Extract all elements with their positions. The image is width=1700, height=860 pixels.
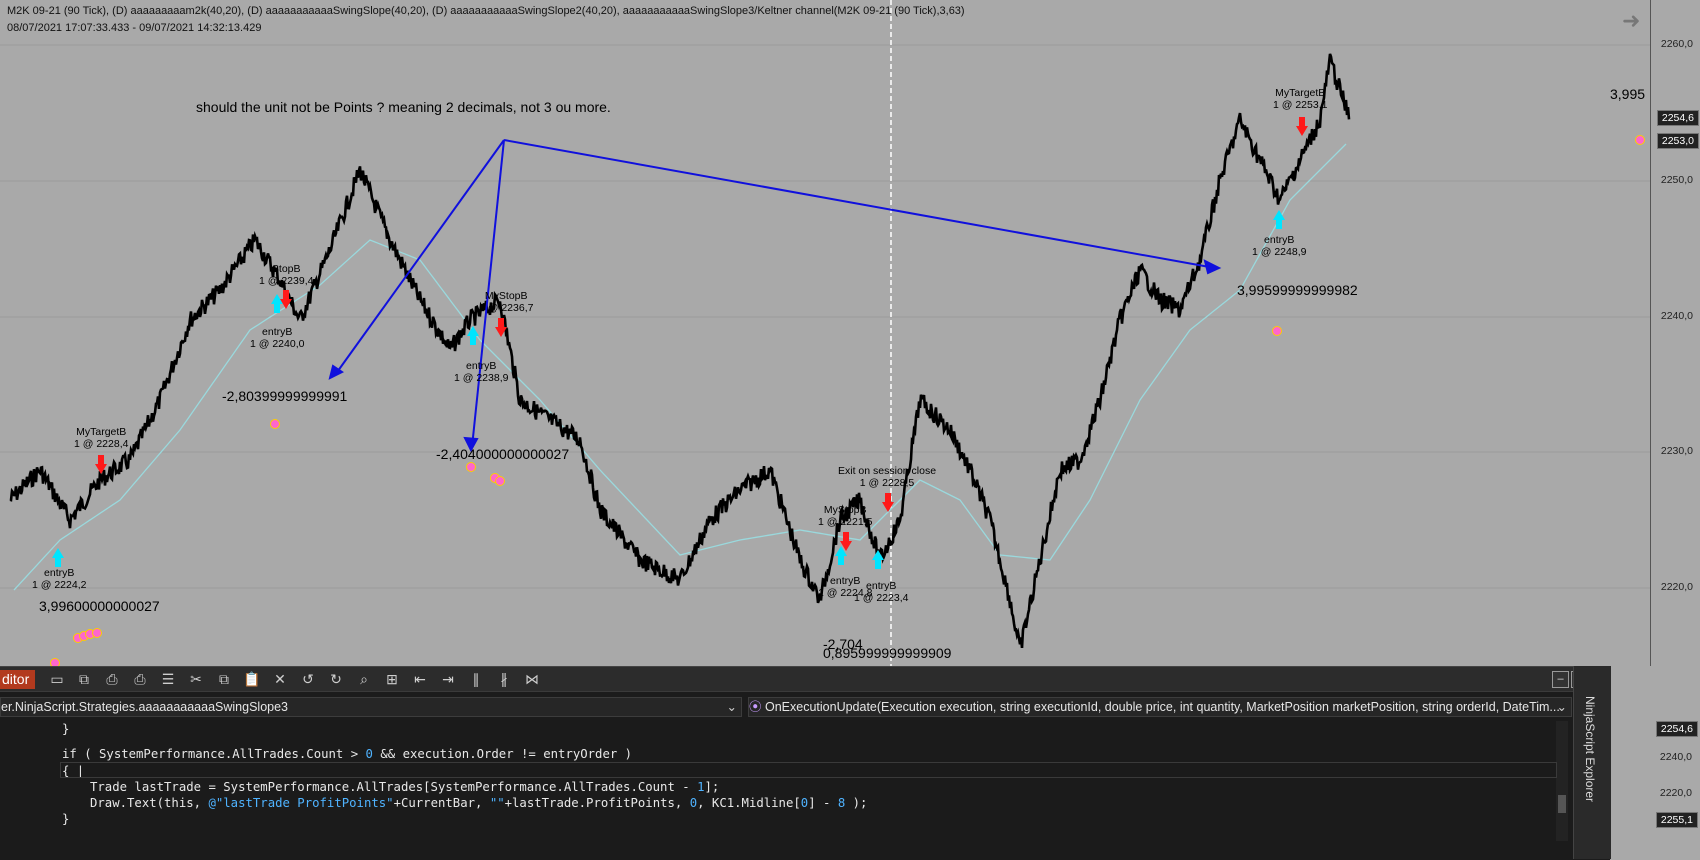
- price-tick: 2260,0: [1660, 38, 1693, 50]
- trade-label: MyTargetB 1 @ 2228,4: [74, 426, 129, 450]
- method-value: OnExecutionUpdate(Execution execution, s…: [765, 700, 1560, 714]
- trade-label: entryB 1 @ 2223,4: [854, 580, 909, 604]
- redo-icon[interactable]: ↻: [327, 670, 345, 688]
- trade-label: entryB 1 @ 2238,9: [454, 360, 509, 384]
- namespace-value: er.NinjaScript.Strategies.aaaaaaaaaaaSwi…: [1, 700, 288, 714]
- pnl-label: 3,99599999999982: [1237, 282, 1358, 298]
- indicator-price-tag: 2253,0: [1656, 133, 1699, 149]
- lower-tick: 2220,0: [1659, 787, 1692, 799]
- namespace-dropdown[interactable]: er.NinjaScript.Strategies.aaaaaaaaaaaSwi…: [0, 697, 742, 717]
- minimize-button[interactable]: –: [1552, 671, 1569, 688]
- profit-readout: 3,995: [1610, 86, 1646, 102]
- ninjascript-explorer-tab[interactable]: NinjaScript Explorer: [1573, 666, 1611, 859]
- cut-icon[interactable]: ✂: [187, 670, 205, 688]
- scrollbar-thumb[interactable]: [1558, 795, 1566, 813]
- comment-icon[interactable]: ∥: [467, 670, 485, 688]
- keltner-midline: [13, 143, 1347, 591]
- code-line: Draw.Text(this, @"lastTrade ProfitPoints…: [90, 796, 868, 810]
- trade-label: entryB 1 @ 2248,9: [1252, 234, 1307, 258]
- trade-label: MyStopB 1 @ 2221,5: [818, 504, 873, 528]
- code-line: }: [62, 812, 70, 826]
- trade-label: Exit on session close 1 @ 2228,5: [838, 465, 937, 489]
- delete-icon[interactable]: ✕: [271, 670, 289, 688]
- lower-price-axis: 2254,6 2240,0 2220,0 2255,1: [1610, 666, 1700, 859]
- last-price-tag: 2254,6: [1656, 110, 1699, 126]
- price-tick: 2250,0: [1660, 174, 1693, 186]
- trade-label: MyStopB 1 @ 2236,7: [479, 290, 534, 314]
- scroll-to-latest-icon[interactable]: ➜: [1622, 8, 1640, 34]
- save-icon[interactable]: ▭: [48, 670, 66, 688]
- price-tick: 2220,0: [1660, 581, 1693, 593]
- editor-toolbar: ditor ▭ ⧉ ⎙ ⎙ ☰ ✂ ⧉ 📋 ✕ ↺ ↻ ⌕ ⊞ ⇤ ⇥ ∥ ∦ …: [0, 667, 1610, 692]
- price-series: [9, 53, 1351, 649]
- lower-tick: 2240,0: [1659, 751, 1692, 763]
- editor-scrollbar[interactable]: [1556, 721, 1568, 841]
- code-line: if ( SystemPerformance.AllTrades.Count >…: [62, 747, 633, 761]
- price-tick: 2230,0: [1660, 445, 1693, 457]
- pnl-label: -2,404000000000027: [436, 446, 570, 462]
- method-dropdown[interactable]: ⦿ OnExecutionUpdate(Execution execution,…: [748, 697, 1572, 717]
- find-icon[interactable]: ⌕: [355, 670, 373, 688]
- lower-price-tag: 2254,6: [1655, 721, 1698, 737]
- save-all-icon[interactable]: ⧉: [75, 670, 93, 688]
- method-icon: ⦿: [749, 700, 762, 714]
- pnl-label: 3,99600000000027: [39, 598, 160, 614]
- print-preview-icon[interactable]: ⎙: [131, 670, 149, 688]
- editor-title: ditor: [0, 670, 36, 689]
- pnl-label: -2,80399999999991: [222, 388, 348, 404]
- price-axis[interactable]: 2260,0 2250,0 2240,0 2230,0 2220,0 2254,…: [1650, 0, 1700, 668]
- user-note: should the unit not be Points ? meaning …: [196, 99, 611, 115]
- insert-icon[interactable]: ⊞: [383, 670, 401, 688]
- chevron-down-icon: ⌄: [1556, 700, 1567, 714]
- indent-icon[interactable]: ⇥: [439, 670, 457, 688]
- chevron-down-icon: ⌄: [726, 700, 737, 714]
- trade-label: entryB 1 @ 2224,2: [32, 567, 87, 591]
- code-line: }: [62, 722, 70, 736]
- lower-price-tag: 2255,1: [1655, 812, 1698, 828]
- pnl-label: 0,895999999999909: [823, 645, 952, 661]
- current-line-highlight: [60, 762, 1557, 778]
- copy-icon[interactable]: ⧉: [215, 670, 233, 688]
- visual-studio-icon[interactable]: ⋈: [523, 670, 541, 688]
- properties-icon[interactable]: ☰: [159, 670, 177, 688]
- print-icon[interactable]: ⎙: [103, 670, 121, 688]
- code-line: Trade lastTrade = SystemPerformance.AllT…: [90, 780, 720, 794]
- price-tick: 2240,0: [1660, 310, 1693, 322]
- annotation-arrows: [328, 139, 1222, 453]
- undo-icon[interactable]: ↺: [299, 670, 317, 688]
- chart-date-range: 08/07/2021 17:07:33.433 - 09/07/2021 14:…: [7, 22, 262, 34]
- chart-header: M2K 09-21 (90 Tick), (D) aaaaaaaaam2k(40…: [7, 5, 965, 17]
- paste-icon[interactable]: 📋: [243, 670, 261, 688]
- code-area[interactable]: } if ( SystemPerformance.AllTrades.Count…: [0, 721, 1560, 860]
- trade-label: StopB 1 @ 2239,4: [259, 263, 314, 287]
- ninjascript-explorer-label: NinjaScript Explorer: [1583, 696, 1597, 803]
- outdent-icon[interactable]: ⇤: [411, 670, 429, 688]
- trade-label: entryB 1 @ 2240,0: [250, 326, 305, 350]
- uncomment-icon[interactable]: ∦: [495, 670, 513, 688]
- trade-label: MyTargetB 1 @ 2253,1: [1273, 87, 1328, 111]
